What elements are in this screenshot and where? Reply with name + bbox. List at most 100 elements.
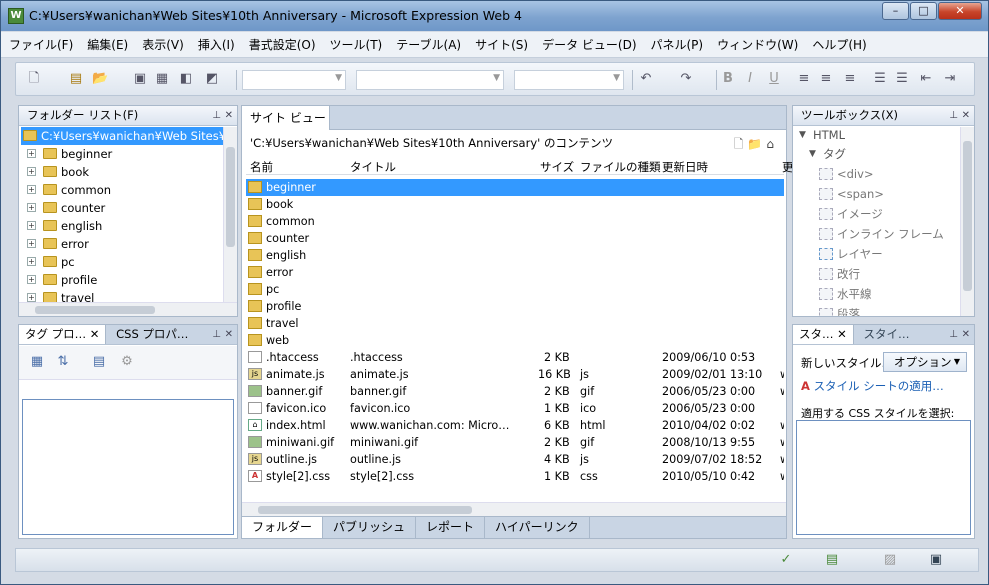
close-icon[interactable]: ✕ [962, 106, 970, 125]
tab-publish[interactable]: パブリッシュ [323, 517, 417, 538]
title-bar[interactable]: W C:¥Users¥wanichan¥Web Sites¥10th Anniv… [1, 1, 988, 31]
tree-item[interactable]: + book [21, 163, 223, 181]
menu-insert[interactable]: 挿入(I) [198, 36, 235, 53]
list-item[interactable]: favicon.ico favicon.ico 1 KB ico 2006/05/23 … [246, 400, 784, 417]
superpreview-icon[interactable]: ◧ [178, 71, 194, 87]
menu-help[interactable]: ヘルプ(H) [812, 36, 866, 53]
align-right-icon[interactable]: ≡ [842, 71, 858, 87]
properties-icon[interactable]: ⚙ [119, 354, 135, 370]
pin-icon[interactable]: ⊥ [212, 325, 221, 344]
menu-file[interactable]: ファイル(F) [9, 36, 73, 53]
menu-table[interactable]: テーブル(A) [396, 36, 461, 53]
list-item[interactable]: counter [246, 230, 784, 247]
list-item[interactable]: pc [246, 281, 784, 298]
tree-item[interactable]: + counter [21, 199, 223, 217]
toolbox-item-image[interactable]: イメージ [793, 204, 960, 224]
list-item[interactable]: miniwani.gif miniwani.gif 2 KB gif 2008/10/1… [246, 434, 784, 451]
list-item[interactable]: beginner [246, 179, 784, 196]
numbered-list-icon[interactable]: ☰ [872, 71, 888, 87]
tab-hyperlinks[interactable]: ハイパーリンク [485, 517, 590, 538]
toolbox-item-paragraph[interactable]: 段落 [793, 304, 960, 316]
toolbox-item-break[interactable]: 改行 [793, 264, 960, 284]
expand-icon[interactable]: + [27, 293, 36, 302]
tab-manage-styles[interactable]: スタイ… [857, 325, 915, 344]
tab-css-properties[interactable]: CSS プロパ… [110, 325, 194, 344]
menu-format[interactable]: 書式設定(O) [249, 36, 316, 53]
align-left-icon[interactable]: ≡ [796, 71, 812, 87]
column-title[interactable]: タイトル [350, 159, 396, 175]
decrease-indent-icon[interactable]: ⇤ [918, 71, 934, 87]
menu-tools[interactable]: ツール(T) [330, 36, 383, 53]
tree-item[interactable]: + english [21, 217, 223, 235]
toolbox-group-html[interactable]: ▼ HTML [793, 126, 960, 145]
menu-edit[interactable]: 編集(E) [87, 36, 128, 53]
maximize-button[interactable]: □ [910, 2, 937, 20]
list-item[interactable]: profile [246, 298, 784, 315]
new-page-icon[interactable]: 🗋 [26, 71, 42, 87]
italic-icon[interactable]: I [742, 71, 758, 87]
tree-item[interactable]: + error [21, 235, 223, 253]
underline-icon[interactable]: U [766, 71, 782, 87]
menu-view[interactable]: 表示(V) [142, 36, 184, 53]
list-item[interactable]: Astyle[2].css style[2].css 1 KB css 2010/05/… [246, 468, 784, 485]
tree-item[interactable]: + common [21, 181, 223, 199]
menu-window[interactable]: ウィンドウ(W) [717, 36, 798, 53]
list-item[interactable]: web [246, 332, 784, 349]
expand-icon[interactable]: + [27, 221, 36, 230]
compatibility-icon[interactable]: ✓ [778, 552, 794, 568]
column-modified[interactable]: 更新日時 [662, 159, 708, 175]
expand-icon[interactable]: + [27, 167, 36, 176]
menu-panels[interactable]: パネル(P) [651, 36, 704, 53]
toolbox-item-hr[interactable]: 水平線 [793, 284, 960, 304]
visual-aids-icon[interactable]: ▨ [882, 552, 898, 568]
column-name[interactable]: 名前 [250, 159, 273, 175]
sort-az-icon[interactable]: ⇅ [55, 354, 71, 370]
pin-icon[interactable]: ⊥ [212, 106, 221, 125]
new-document-icon[interactable]: ▤ [68, 71, 84, 87]
bullet-list-icon[interactable]: ☰ [894, 71, 910, 87]
new-style-link[interactable]: 新しいスタイル… [801, 355, 893, 371]
undo-icon[interactable]: ↶ [638, 71, 654, 87]
tree-item[interactable]: + pc [21, 253, 223, 271]
expand-icon[interactable]: + [27, 275, 36, 284]
tab-folders[interactable]: フォルダー [242, 517, 324, 538]
expand-icon[interactable]: + [27, 257, 36, 266]
pin-icon[interactable]: ⊥ [949, 106, 958, 125]
close-icon[interactable]: ✕ [962, 325, 970, 344]
list-item[interactable]: error [246, 264, 784, 281]
tab-apply-styles[interactable]: スタ… ✕ [793, 325, 854, 344]
list-item[interactable]: js animate.js animate.js 16 KB js 2009/02/01 … [246, 366, 784, 383]
toolbox-vertical-scrollbar[interactable] [960, 127, 974, 316]
column-size[interactable]: サイズ [540, 159, 574, 175]
column-type[interactable]: ファイルの種類 [580, 159, 661, 175]
scroll-thumb[interactable] [258, 506, 472, 514]
tree-item[interactable]: + travel [21, 289, 223, 302]
tab-reports[interactable]: レポート [416, 517, 486, 538]
show-set-properties-icon[interactable]: ▤ [91, 354, 107, 370]
up-folder-icon[interactable]: ⌂ [766, 137, 778, 151]
expand-icon[interactable]: + [27, 149, 36, 158]
tree-root[interactable]: C:¥Users¥wanichan¥Web Sites¥10th [21, 127, 223, 145]
list-item[interactable]: banner.gif banner.gif 2 KB gif 2006/05/23 0:… [246, 383, 784, 400]
attach-stylesheet-link[interactable]: A スタイル シートの適用… [801, 378, 944, 394]
toolbox-item-span[interactable]: <span> [793, 184, 960, 204]
preview-browser-icon[interactable]: ◩ [204, 71, 220, 87]
save-all-icon[interactable]: ▦ [154, 71, 170, 87]
html-check-icon[interactable]: ▤ [824, 552, 840, 568]
css-style-list[interactable] [796, 420, 971, 535]
toolbox-group-tags[interactable]: ▼ タグ [793, 145, 960, 164]
list-item[interactable]: ⌂ index.html www.wanichan.com: Micro… 6 KB h… [246, 417, 784, 434]
list-item[interactable]: travel [246, 315, 784, 332]
expand-icon[interactable]: + [27, 185, 36, 194]
style-dropdown[interactable]: ▼ [242, 70, 346, 90]
font-size-dropdown[interactable]: ▼ [514, 70, 624, 90]
scroll-thumb[interactable] [963, 141, 972, 291]
toolbox-item-layer[interactable]: レイヤー [793, 244, 960, 264]
expand-icon[interactable]: + [27, 239, 36, 248]
list-item[interactable]: common [246, 213, 784, 230]
tab-site-view[interactable]: サイト ビュー [242, 106, 330, 130]
scroll-thumb[interactable] [35, 306, 155, 314]
new-folder-icon[interactable]: 📁 [747, 137, 766, 151]
bold-icon[interactable]: B [720, 71, 736, 87]
close-icon[interactable]: ✕ [225, 325, 233, 344]
